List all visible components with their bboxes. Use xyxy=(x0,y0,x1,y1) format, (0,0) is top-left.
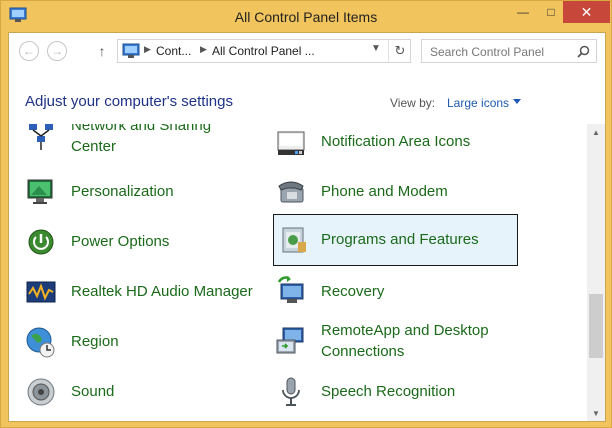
up-button[interactable]: ↑ xyxy=(95,41,109,61)
forward-button[interactable]: → xyxy=(47,41,67,61)
breadcrumb-control-panel[interactable]: Cont... xyxy=(156,44,191,58)
title-bar[interactable]: All Control Panel Items — □ ✕ xyxy=(1,1,611,32)
item-speech-recognition[interactable]: Speech Recognition xyxy=(275,370,519,414)
item-programs-and-features[interactable]: Programs and Features xyxy=(273,214,518,266)
maximize-button[interactable]: □ xyxy=(537,1,565,23)
sound-icon xyxy=(27,378,55,406)
address-bar[interactable]: ▶ Cont... ▶ All Control Panel ... ▼ ↻ xyxy=(117,39,411,63)
item-recovery[interactable]: Recovery xyxy=(275,270,519,314)
remoteapp-icon xyxy=(276,327,304,354)
item-notification-area-icons[interactable]: Notification Area Icons xyxy=(275,124,519,164)
programs-icon xyxy=(282,227,306,253)
view-by-label: View by: xyxy=(390,96,436,110)
region-icon xyxy=(26,327,55,358)
notification-icon xyxy=(277,131,305,155)
close-button[interactable]: ✕ xyxy=(563,1,610,23)
item-label: Sound xyxy=(71,383,115,400)
refresh-button[interactable]: ↻ xyxy=(388,40,411,62)
item-label: Speech Recognition xyxy=(321,383,456,400)
navigation-bar: ← → ↑ ▶ Cont... ▶ All Control Panel ... … xyxy=(9,33,605,69)
view-by-dropdown[interactable]: Large icons xyxy=(447,96,509,110)
item-label: Recovery xyxy=(321,283,385,300)
back-button[interactable]: ← xyxy=(19,41,39,61)
item-network-and-sharing-center[interactable]: Network and Sharing Center xyxy=(25,124,255,168)
chevron-down-icon[interactable] xyxy=(513,99,521,104)
microphone-icon xyxy=(282,377,300,406)
item-label: Realtek HD Audio Manager xyxy=(71,283,253,300)
item-label: Power Options xyxy=(71,233,170,250)
item-remoteapp-and-desktop-connections[interactable]: RemoteApp and Desktop Connections xyxy=(275,314,519,370)
page-header: Adjust your computer's settings View by:… xyxy=(9,69,605,131)
item-label: Programs and Features xyxy=(321,231,479,248)
item-realtek-hd-audio-manager[interactable]: Realtek HD Audio Manager xyxy=(25,270,265,314)
vertical-scrollbar[interactable]: ▲ ▼ xyxy=(587,124,605,421)
content-frame: ← → ↑ ▶ Cont... ▶ All Control Panel ... … xyxy=(8,32,606,422)
control-panel-window: All Control Panel Items — □ ✕ ← → ↑ ▶ Co… xyxy=(0,0,612,428)
item-label: Network and Sharing Center xyxy=(71,124,212,155)
network-icon xyxy=(29,124,53,150)
item-label: Personalization xyxy=(71,183,174,200)
search-box[interactable]: Search Control Panel xyxy=(421,39,597,63)
address-dropdown-icon[interactable]: ▼ xyxy=(368,43,384,54)
phone-icon xyxy=(278,181,304,203)
scroll-up-icon[interactable]: ▲ xyxy=(587,124,605,140)
item-region[interactable]: Region xyxy=(25,320,255,364)
minimize-button[interactable]: — xyxy=(509,1,537,23)
page-title: Adjust your computer's settings xyxy=(25,93,233,110)
items-grid: Network and Sharing Center Notification … xyxy=(9,124,586,421)
breadcrumb-separator: ▶ xyxy=(144,44,151,54)
item-phone-and-modem[interactable]: Phone and Modem xyxy=(275,170,519,214)
item-label: Notification Area Icons xyxy=(321,133,471,150)
item-label: RemoteApp and Desktop Connections xyxy=(321,322,489,360)
item-power-options[interactable]: Power Options xyxy=(25,220,255,264)
scroll-thumb[interactable] xyxy=(589,294,603,358)
scroll-down-icon[interactable]: ▼ xyxy=(587,405,605,421)
breadcrumb-all-items[interactable]: All Control Panel ... xyxy=(212,44,315,58)
item-personalization[interactable]: Personalization xyxy=(25,170,255,214)
realtek-audio-icon xyxy=(26,281,56,303)
personalization-icon xyxy=(27,179,53,204)
breadcrumb-separator: ▶ xyxy=(200,44,207,54)
item-sound[interactable]: Sound xyxy=(25,370,255,414)
search-input[interactable]: Search Control Panel xyxy=(430,45,544,59)
control-panel-icon xyxy=(122,43,140,58)
search-icon[interactable] xyxy=(577,45,590,58)
recovery-icon xyxy=(277,276,304,303)
item-label: Phone and Modem xyxy=(321,183,448,200)
power-icon xyxy=(28,229,54,255)
item-label: Region xyxy=(71,333,119,350)
